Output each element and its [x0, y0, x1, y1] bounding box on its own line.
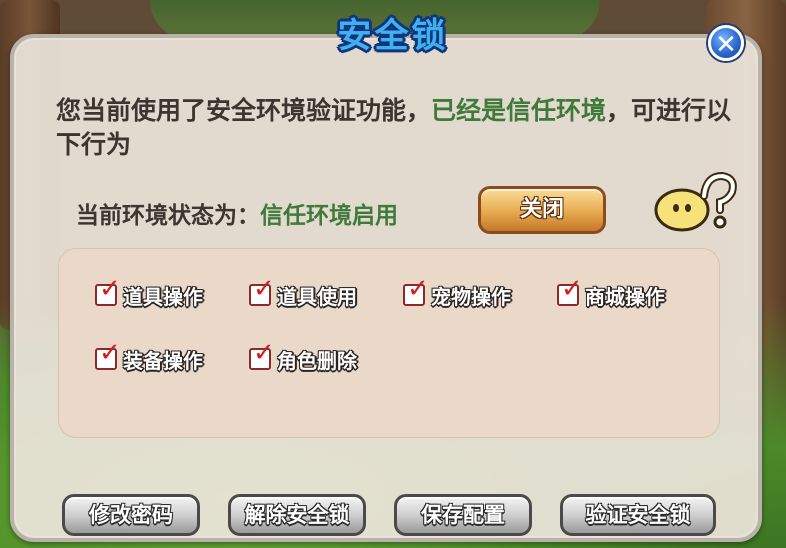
permission-label: 角色删除	[277, 348, 357, 373]
permission-label: 装备操作	[123, 348, 203, 373]
disable-trust-button[interactable]: 关闭	[478, 186, 606, 234]
permission-label: 商城操作	[585, 284, 665, 309]
permission-item[interactable]: ✓ 宠物操作	[403, 276, 511, 311]
checkmark-icon: ✓	[99, 274, 121, 304]
permission-item[interactable]: ✓ 道具使用	[249, 276, 357, 311]
verify-lock-button[interactable]: 验证安全锁	[560, 494, 716, 536]
checkmark-icon: ✓	[561, 274, 583, 304]
dialog-title: 安全锁	[337, 16, 449, 56]
checkbox[interactable]: ✓	[95, 276, 121, 306]
checkmark-icon: ✓	[253, 274, 275, 304]
checkmark-icon: ✓	[253, 338, 275, 368]
description-highlight: 已经是信任环境	[431, 96, 607, 125]
permission-item[interactable]: ✓ 道具操作	[95, 276, 203, 311]
change-password-button[interactable]: 修改密码	[62, 494, 200, 536]
close-button[interactable]: ✕	[708, 25, 744, 61]
checkmark-icon: ✓	[99, 338, 121, 368]
checkmark-icon: ✓	[407, 274, 429, 304]
checkbox[interactable]: ✓	[249, 276, 275, 306]
description-prefix: 您当前使用了安全环境验证功能，	[56, 96, 432, 125]
permission-label: 道具操作	[123, 284, 203, 309]
permission-label: 宠物操作	[431, 284, 511, 309]
status-value: 信任环境启用	[260, 203, 398, 229]
close-icon: ✕	[715, 30, 737, 60]
status-label: 当前环境状态为：	[76, 203, 260, 229]
description-text: 您当前使用了安全环境验证功能，已经是信任环境，可进行以下行为	[56, 94, 736, 162]
remove-lock-button[interactable]: 解除安全锁	[228, 494, 366, 536]
permission-item[interactable]: ✓ 角色删除	[249, 340, 357, 375]
checkbox[interactable]: ✓	[403, 276, 429, 306]
checkbox[interactable]: ✓	[95, 340, 121, 370]
environment-status: 当前环境状态为：信任环境启用	[76, 196, 398, 230]
permission-item[interactable]: ✓ 商城操作	[557, 276, 665, 311]
permissions-panel: ✓ 道具操作 ✓ 道具使用 ✓ 宠物操作 ✓ 商城操作 ✓ 装备操作 ✓ 角色删…	[58, 248, 720, 438]
checkbox[interactable]: ✓	[557, 276, 583, 306]
save-config-button[interactable]: 保存配置	[394, 494, 532, 536]
checkbox[interactable]: ✓	[249, 340, 275, 370]
help-mascot-icon[interactable]	[652, 172, 738, 232]
permission-label: 道具使用	[277, 284, 357, 309]
permission-item[interactable]: ✓ 装备操作	[95, 340, 203, 375]
